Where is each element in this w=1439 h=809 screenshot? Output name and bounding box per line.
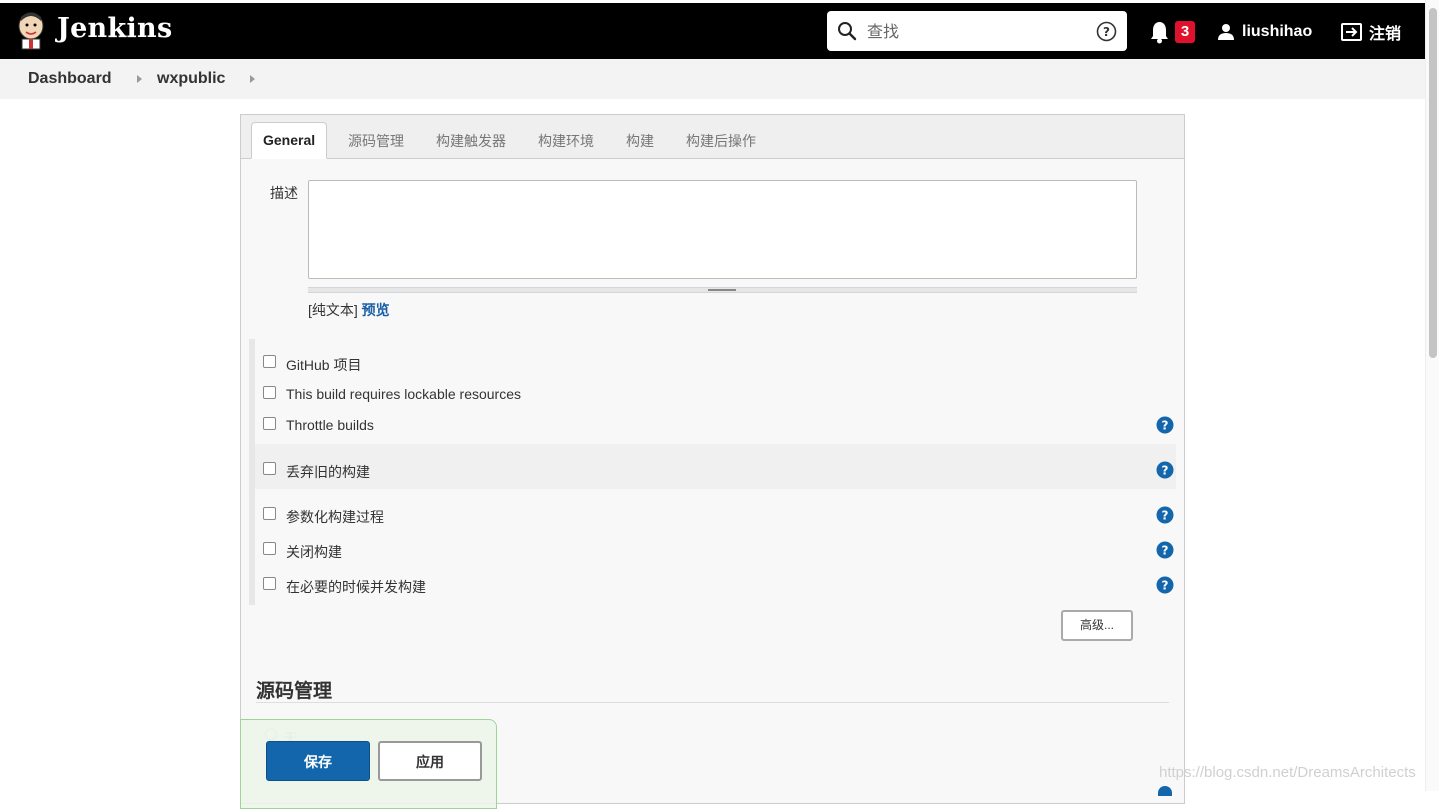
textarea-resize-handle[interactable] [308,287,1137,293]
search-icon [838,22,857,41]
option-label: 在必要的时候并发构建 [286,579,426,595]
option-discard-old-builds[interactable]: 丢弃旧的构建 [255,444,1176,489]
description-textarea[interactable] [308,180,1137,279]
section-title-scm: 源码管理 [256,680,333,702]
jenkins-logo-icon[interactable] [16,11,46,51]
logout-icon [1341,23,1362,41]
option-lockable-resources[interactable]: This build requires lockable resources [255,378,1176,412]
option-label: Throttle builds [286,417,374,433]
option-throttle-builds[interactable]: Throttle builds [255,409,1176,443]
page-scrollbar[interactable] [1425,0,1439,791]
checkbox[interactable] [263,507,276,520]
option-concurrent-builds[interactable]: 在必要的时候并发构建 [255,569,1176,603]
format-text: [纯文本] [308,302,358,318]
section-divider [256,702,1169,703]
help-icon[interactable] [1158,786,1172,796]
job-config-panel: General 源码管理 构建触发器 构建环境 构建 构建后操作 描述 [纯文本… [240,114,1185,804]
breadcrumb: Dashboard wxpublic [0,59,1425,99]
option-disable-build[interactable]: 关闭构建 [255,534,1176,568]
checkbox[interactable] [263,355,276,368]
watermark: https://blog.csdn.net/DreamsArchitects [1159,764,1416,781]
top-navigation-bar: Jenkins ? 3 liushihao 注销 [0,3,1425,59]
user-name: liushihao [1242,23,1313,40]
help-icon[interactable]: ? [1156,576,1174,594]
checkbox[interactable] [263,417,276,430]
logout-label: 注销 [1369,26,1402,43]
tab-build-triggers[interactable]: 构建触发器 [436,131,506,151]
description-label: 描述 [270,185,298,201]
breadcrumb-separator-icon[interactable] [250,75,255,83]
scrollbar-thumb[interactable] [1429,8,1437,358]
description-format: [纯文本] 预览 [308,300,390,320]
user-icon [1218,24,1234,40]
checkbox[interactable] [263,462,276,475]
search-help-icon[interactable]: ? [1096,21,1117,42]
tab-general[interactable]: General [251,122,328,159]
option-label: 参数化构建过程 [286,509,384,525]
tab-build-environment[interactable]: 构建环境 [538,131,594,151]
tab-build[interactable]: 构建 [626,131,654,151]
option-parameterized-build[interactable]: 参数化构建过程 [255,499,1176,533]
breadcrumb-dashboard[interactable]: Dashboard [28,70,112,88]
notification-bell-icon[interactable] [1149,20,1170,44]
notification-count-badge[interactable]: 3 [1175,21,1195,43]
logout-link[interactable]: 注销 [1341,20,1401,44]
help-icon[interactable]: ? [1156,541,1174,559]
user-menu[interactable]: liushihao [1217,20,1312,44]
svg-text:?: ? [1162,544,1169,558]
config-tabs: General 源码管理 构建触发器 构建环境 构建 构建后操作 [241,115,1184,159]
option-label: 丢弃旧的构建 [286,464,370,480]
svg-text:?: ? [1162,579,1169,593]
breadcrumb-job[interactable]: wxpublic [157,70,225,88]
svg-text:?: ? [1162,464,1169,478]
option-label: GitHub 项目 [286,357,362,373]
search-box: ? [827,11,1127,51]
help-icon[interactable]: ? [1156,506,1174,524]
svg-text:?: ? [1162,509,1169,523]
help-icon[interactable]: ? [1156,461,1174,479]
option-github-project[interactable]: GitHub 项目 [255,347,1176,381]
checkbox[interactable] [263,542,276,555]
help-icon[interactable]: ? [1156,416,1174,434]
checkbox[interactable] [263,386,276,399]
save-button[interactable]: 保存 [266,741,370,781]
svg-text:?: ? [1162,419,1169,433]
option-label: This build requires lockable resources [286,386,521,402]
tab-post-build[interactable]: 构建后操作 [686,131,756,151]
breadcrumb-separator-icon[interactable] [137,75,142,83]
advanced-button[interactable]: 高级... [1061,610,1133,641]
search-input[interactable] [867,19,1087,43]
checkbox[interactable] [263,577,276,590]
apply-button[interactable]: 应用 [378,741,482,781]
option-label: 关闭构建 [286,544,342,560]
svg-text:?: ? [1103,25,1110,39]
brand-title[interactable]: Jenkins [57,13,172,44]
tab-scm[interactable]: 源码管理 [348,131,404,151]
preview-link[interactable]: 预览 [362,302,390,318]
